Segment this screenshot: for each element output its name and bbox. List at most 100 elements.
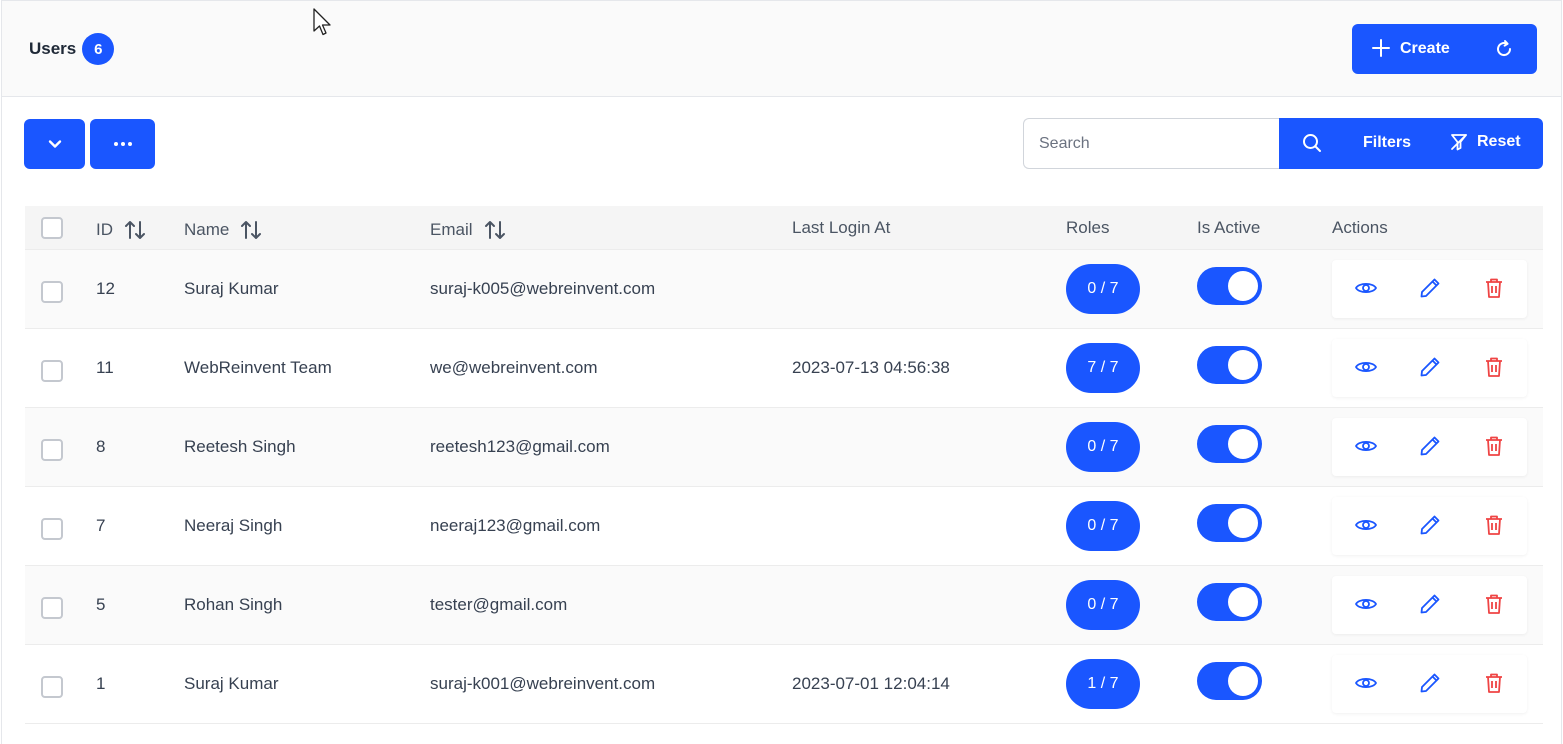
toggle-knob (1228, 271, 1258, 301)
eye-icon[interactable] (1354, 592, 1378, 616)
is-active-toggle[interactable] (1197, 346, 1262, 384)
table-row: 8 Reetesh Singh reetesh123@gmail.com 0 /… (25, 408, 1543, 487)
eye-icon[interactable] (1354, 513, 1378, 537)
table-row: 7 Neeraj Singh neeraj123@gmail.com 0 / 7 (25, 487, 1543, 566)
search-icon[interactable] (1301, 132, 1323, 154)
cell-name: Neeraj Singh (184, 516, 283, 535)
roles-pill[interactable]: 7 / 7 (1066, 343, 1140, 393)
cell-name: Rohan Singh (184, 595, 283, 614)
cell-last-login: 2023-07-13 04:56:38 (792, 358, 950, 377)
pencil-icon[interactable] (1418, 513, 1442, 537)
row-checkbox[interactable] (41, 281, 63, 303)
ellipsis-icon (113, 142, 132, 146)
cell-id: 12 (96, 279, 115, 298)
bulk-action-dropdown-button[interactable] (24, 119, 85, 169)
row-checkbox[interactable] (41, 439, 63, 461)
mouse-cursor-icon (313, 8, 331, 36)
reset-button[interactable]: Reset (1449, 132, 1521, 152)
panel-header: Users 6 Create (2, 1, 1561, 97)
pencil-icon[interactable] (1418, 592, 1442, 616)
toggle-knob (1228, 429, 1258, 459)
cell-name: Suraj Kumar (184, 674, 279, 693)
count-badge: 6 (82, 33, 115, 65)
column-email-label: Email (430, 220, 473, 239)
roles-pill[interactable]: 0 / 7 (1066, 580, 1140, 630)
row-checkbox[interactable] (41, 597, 63, 619)
chevron-down-icon (48, 140, 61, 148)
column-roles: Roles (1066, 218, 1110, 237)
pencil-icon[interactable] (1418, 355, 1442, 379)
column-last-login: Last Login At (792, 218, 891, 237)
is-active-toggle[interactable] (1197, 267, 1262, 305)
filters-button[interactable]: Filters (1363, 134, 1411, 152)
toggle-knob (1228, 508, 1258, 538)
refresh-icon[interactable] (1494, 39, 1514, 59)
row-checkbox[interactable] (41, 360, 63, 382)
column-name[interactable]: Name (184, 218, 263, 242)
cell-email: neeraj123@gmail.com (430, 516, 601, 535)
is-active-toggle[interactable] (1197, 425, 1262, 463)
filter-off-icon (1451, 134, 1467, 151)
select-all-checkbox[interactable] (41, 217, 63, 239)
search-input[interactable] (1023, 118, 1280, 169)
users-panel: Users 6 Create Filters (1, 0, 1562, 744)
row-checkbox[interactable] (41, 518, 63, 540)
is-active-toggle[interactable] (1197, 504, 1262, 542)
cell-name: WebReinvent Team (184, 358, 332, 377)
cell-id: 5 (96, 595, 106, 614)
cell-name: Suraj Kumar (184, 279, 279, 298)
is-active-toggle[interactable] (1197, 662, 1262, 700)
row-actions (1332, 655, 1527, 713)
trash-icon[interactable] (1482, 434, 1506, 458)
column-actions: Actions (1332, 218, 1388, 237)
roles-pill[interactable]: 0 / 7 (1066, 422, 1140, 472)
trash-icon[interactable] (1482, 671, 1506, 695)
cell-email: tester@gmail.com (430, 595, 568, 614)
cell-email: reetesh123@gmail.com (430, 437, 610, 456)
row-actions (1332, 418, 1527, 476)
pencil-icon[interactable] (1418, 276, 1442, 300)
column-id-label: ID (96, 220, 113, 239)
row-checkbox[interactable] (41, 676, 63, 698)
trash-icon[interactable] (1482, 592, 1506, 616)
table-body: 12 Suraj Kumar suraj-k005@webreinvent.co… (25, 250, 1543, 724)
pencil-icon[interactable] (1418, 671, 1442, 695)
roles-pill[interactable]: 1 / 7 (1066, 659, 1140, 709)
page-title: Users (29, 39, 77, 58)
row-actions (1332, 339, 1527, 397)
title-group: Users 6 (29, 33, 115, 65)
eye-icon[interactable] (1354, 434, 1378, 458)
cell-name: Reetesh Singh (184, 437, 296, 456)
row-actions (1332, 576, 1527, 634)
table-header: ID Name Email Last Login At Roles Is Act… (25, 206, 1543, 250)
row-actions (1332, 260, 1527, 318)
trash-icon[interactable] (1482, 355, 1506, 379)
plus-icon (1372, 39, 1390, 57)
cell-id: 1 (96, 674, 106, 693)
sort-icon (484, 221, 505, 239)
row-actions (1332, 497, 1527, 555)
is-active-toggle[interactable] (1197, 583, 1262, 621)
reset-button-label: Reset (1477, 133, 1521, 150)
cell-email: we@webreinvent.com (430, 358, 598, 377)
roles-pill[interactable]: 0 / 7 (1066, 501, 1140, 551)
create-button[interactable]: Create (1352, 24, 1537, 74)
table-row: 11 WebReinvent Team we@webreinvent.com 2… (25, 329, 1543, 408)
more-options-button[interactable] (90, 119, 155, 169)
search-toolbar: Filters Reset (1279, 118, 1543, 169)
roles-pill[interactable]: 0 / 7 (1066, 264, 1140, 314)
column-email[interactable]: Email (430, 218, 507, 242)
sort-icon (125, 221, 145, 239)
pencil-icon[interactable] (1418, 434, 1442, 458)
eye-icon[interactable] (1354, 671, 1378, 695)
column-id[interactable]: ID (96, 218, 147, 242)
cell-id: 8 (96, 437, 106, 456)
column-is-active: Is Active (1197, 218, 1261, 237)
sort-icon (241, 221, 262, 239)
eye-icon[interactable] (1354, 355, 1378, 379)
cell-email: suraj-k005@webreinvent.com (430, 279, 656, 298)
trash-icon[interactable] (1482, 276, 1506, 300)
eye-icon[interactable] (1354, 276, 1378, 300)
trash-icon[interactable] (1482, 513, 1506, 537)
table-row: 12 Suraj Kumar suraj-k005@webreinvent.co… (25, 250, 1543, 329)
